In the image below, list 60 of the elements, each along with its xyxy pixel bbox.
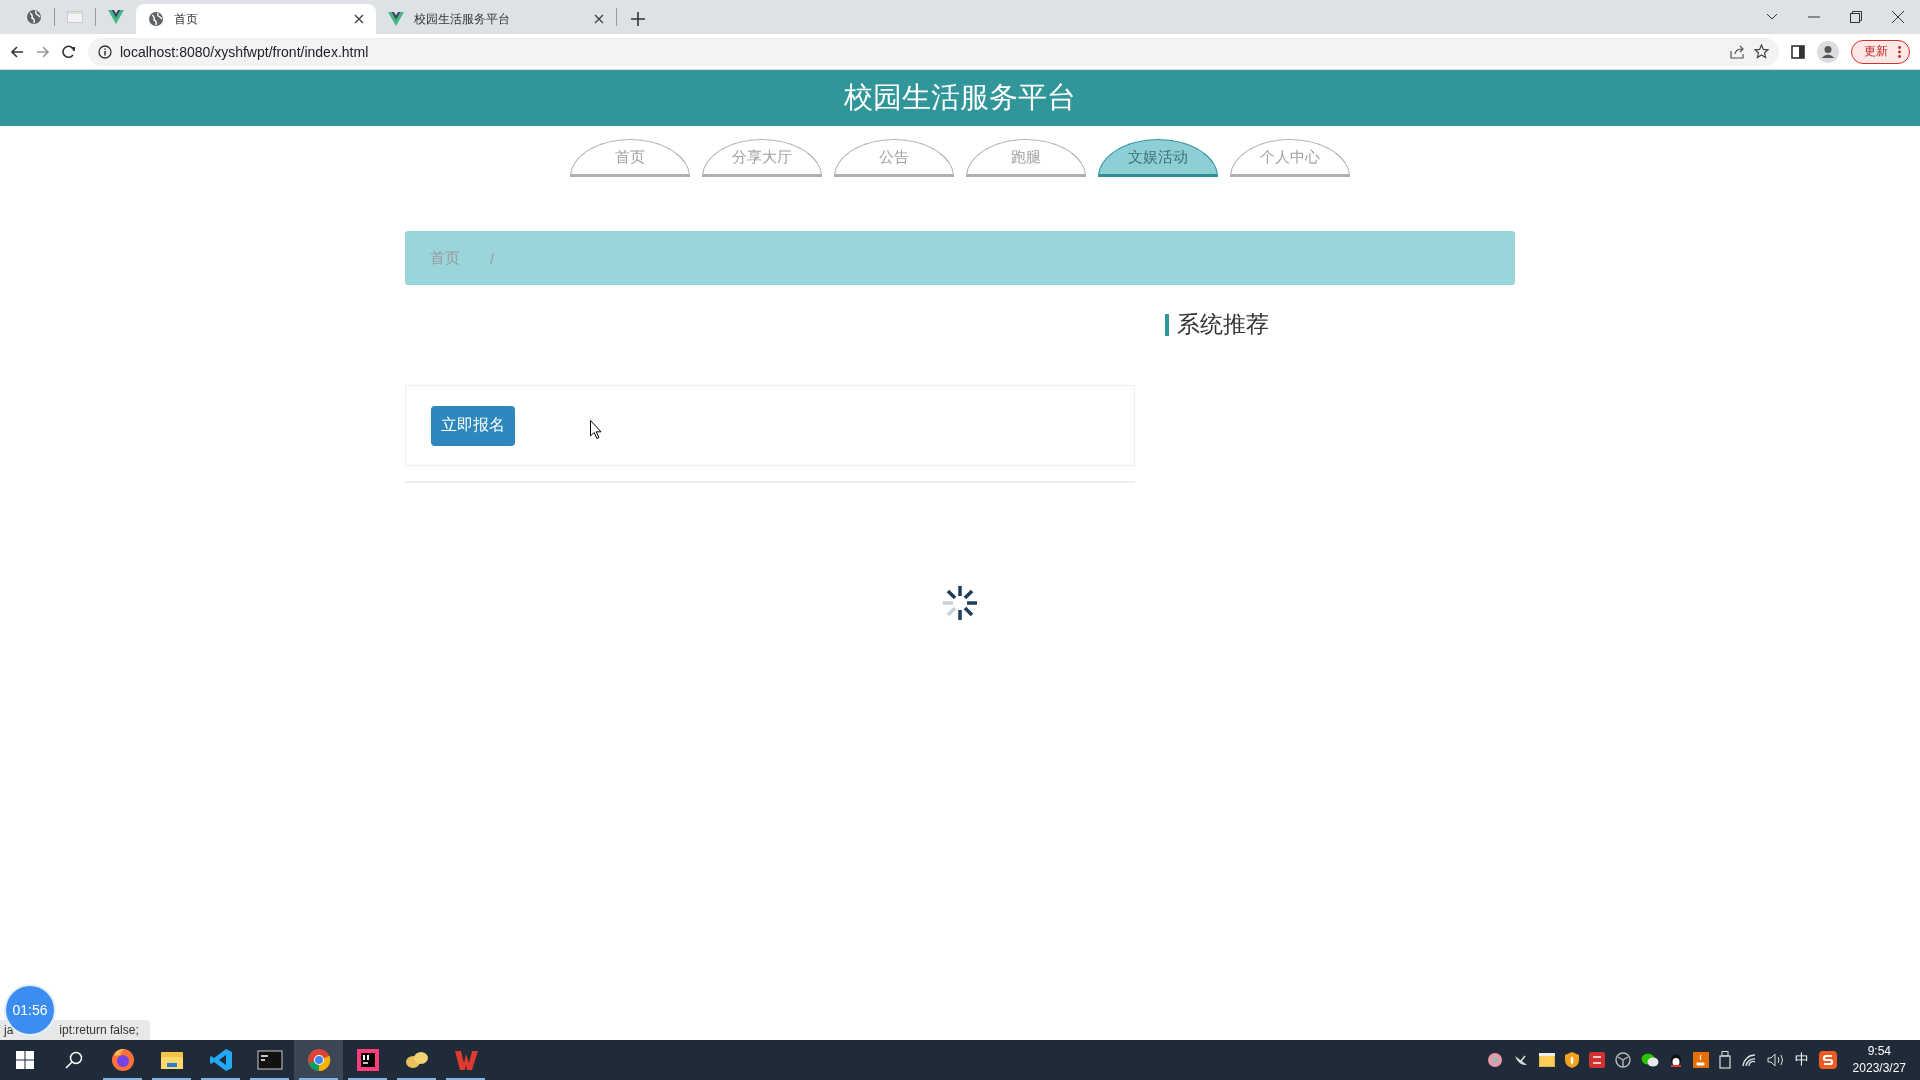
window-icon[interactable] xyxy=(1538,1053,1555,1067)
nav-tab[interactable]: 分享大厅 xyxy=(702,139,822,177)
restore-icon[interactable] xyxy=(1850,11,1862,23)
v-logo-icon xyxy=(388,12,404,26)
status-text: ja xyxy=(4,1023,14,1037)
nav-tab[interactable]: 公告 xyxy=(834,139,954,177)
breadcrumb-link[interactable]: 首页 xyxy=(430,248,460,268)
sync-app-icon[interactable] xyxy=(1588,1052,1605,1068)
shield-icon[interactable] xyxy=(1564,1052,1579,1068)
chevron-down-icon[interactable] xyxy=(1766,13,1778,21)
ducks-icon[interactable] xyxy=(405,1052,428,1068)
speaker-icon[interactable] xyxy=(1766,1053,1785,1067)
code-editor-icon[interactable] xyxy=(209,1049,232,1071)
breadcrumb-separator: / xyxy=(490,249,495,267)
side-panel-icon[interactable] xyxy=(1791,44,1805,59)
close-icon[interactable] xyxy=(594,14,604,24)
site-title: 校园生活服务平台 xyxy=(844,80,1076,115)
clock[interactable]: 9:54 2023/3/27 xyxy=(1852,1043,1906,1077)
clock-time: 9:54 xyxy=(1867,1043,1891,1060)
more-icon[interactable] xyxy=(1898,45,1901,58)
fox-browser-icon[interactable] xyxy=(111,1048,134,1071)
search-icon[interactable] xyxy=(64,1051,83,1069)
folder-icon[interactable] xyxy=(160,1052,183,1069)
windows-start-icon[interactable] xyxy=(15,1051,34,1069)
info-icon[interactable] xyxy=(98,44,112,59)
section-heading: 系统推荐 xyxy=(1177,310,1269,339)
nav-tab[interactable]: 个人中心 xyxy=(1230,139,1350,177)
ide-icon[interactable] xyxy=(356,1049,379,1071)
back-arrow-icon[interactable] xyxy=(10,44,24,59)
input-method-indicator[interactable]: 中 xyxy=(1794,1051,1809,1069)
reload-icon[interactable] xyxy=(62,44,76,59)
w-logo-icon[interactable] xyxy=(454,1051,478,1070)
close-icon[interactable] xyxy=(1892,11,1904,23)
close-icon[interactable] xyxy=(354,14,364,24)
wifi-icon[interactable] xyxy=(1740,1053,1757,1067)
star-icon[interactable] xyxy=(1754,44,1769,59)
usb-drive-icon[interactable] xyxy=(1718,1051,1731,1069)
mouse-cursor-icon xyxy=(590,420,602,439)
nav-tab[interactable]: 跑腿 xyxy=(966,139,1086,177)
address-bar[interactable]: localhost:8080/xyshfwpt/front/index.html xyxy=(88,37,1779,66)
chat-bubbles-icon[interactable] xyxy=(1640,1052,1659,1068)
taskbar-item[interactable] xyxy=(294,1040,343,1080)
profile-icon[interactable] xyxy=(1817,40,1839,63)
s-logo-icon[interactable] xyxy=(1818,1051,1837,1069)
nav-tab[interactable]: 首页 xyxy=(570,139,690,177)
v-logo-icon xyxy=(108,10,124,24)
browser-tab[interactable]: 校园生活服务平台 xyxy=(376,4,616,34)
forward-arrow-icon[interactable] xyxy=(36,44,50,59)
clock-date: 2023/3/27 xyxy=(1852,1060,1906,1077)
chrome-browser-icon[interactable] xyxy=(307,1049,330,1071)
nav-tab[interactable]: 文娱活动 xyxy=(1098,139,1218,177)
update-button[interactable]: 更新 xyxy=(1851,39,1910,64)
blank-page-icon xyxy=(67,11,83,23)
terminal-icon[interactable] xyxy=(257,1050,282,1070)
browser-tab[interactable]: 首页 xyxy=(136,4,376,34)
plus-icon[interactable] xyxy=(631,12,645,26)
share-icon[interactable] xyxy=(1730,44,1746,59)
flower-icon[interactable] xyxy=(1486,1052,1503,1068)
status-text: ipt:return false; xyxy=(59,1023,139,1037)
signup-button[interactable]: 立即报名 xyxy=(431,405,515,446)
